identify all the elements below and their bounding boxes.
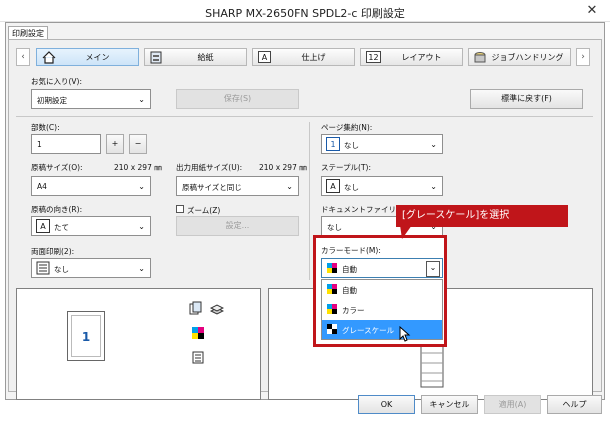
output-size-dropdown[interactable]: 原稿サイズと同じ ⌄ [176, 176, 299, 196]
save-button[interactable]: 保存(S) [176, 89, 299, 109]
orientation-dropdown[interactable]: A たて ⌄ [31, 216, 151, 236]
orientation-label: 原稿の向き(R): [31, 205, 83, 214]
close-icon[interactable]: ✕ [583, 3, 601, 19]
chevron-down-icon: ⌄ [138, 182, 145, 191]
column-divider [309, 122, 310, 280]
nav-tab-label: ジョブハンドリング [491, 53, 564, 62]
help-button[interactable]: ヘルプ [547, 395, 602, 414]
chevron-down-icon: ⌄ [430, 140, 437, 149]
output-size-dims: 210 x 297 ㎜ [259, 163, 307, 172]
nav-tab-job-handling[interactable]: ジョブハンドリング [468, 48, 571, 66]
document-filing-value: なし [327, 223, 342, 232]
duplex-label: 両面印刷(2): [31, 247, 75, 256]
portrait-icon: A [36, 219, 50, 233]
original-size-value: A4 [37, 182, 47, 191]
zoom-label: ズーム(Z) [187, 206, 221, 215]
zoom-settings-button[interactable]: 設定... [176, 216, 299, 236]
copies-label: 部数(C): [31, 123, 60, 132]
copies-value: 1 [37, 140, 42, 149]
zoom-checkbox[interactable] [176, 205, 184, 213]
home-icon [42, 51, 56, 64]
output-size-value: 原稿サイズと同じ [182, 183, 242, 192]
n-up-value: なし [344, 141, 359, 150]
favorites-label: お気に入り(V): [31, 77, 83, 86]
staple-dropdown[interactable]: A なし ⌄ [321, 176, 443, 196]
copies-plus-button[interactable]: + [106, 134, 124, 154]
cancel-button[interactable]: キャンセル [421, 395, 478, 414]
callout-pointer [398, 225, 418, 241]
tab-print-settings[interactable]: 印刷設定 [8, 26, 48, 40]
stack-status-icon [209, 301, 225, 315]
output-size-label: 出力用紙サイズ(U): [176, 163, 243, 172]
nav-tab-layout[interactable]: 12 レイアウト [360, 48, 463, 66]
favorites-dropdown[interactable]: 初期設定 ⌄ [31, 89, 151, 109]
nav-tab-main[interactable]: メイン [36, 48, 139, 66]
chevron-down-icon: ⌄ [430, 182, 437, 191]
ok-button[interactable]: OK [358, 395, 415, 414]
nav-tab-finishing[interactable]: A 仕上げ [252, 48, 355, 66]
restore-defaults-button[interactable]: 標準に戻す(F) [470, 89, 583, 109]
nav-next-button[interactable]: › [576, 48, 590, 66]
layout-icon: 12 [366, 51, 381, 63]
copies-input[interactable]: 1 [31, 134, 101, 154]
copies-minus-button[interactable]: − [129, 134, 147, 154]
finishing-icon: A [258, 51, 271, 63]
chevron-down-icon: ⌄ [286, 182, 293, 191]
callout-label: [グレースケール]を選択 [396, 205, 568, 227]
original-size-dropdown[interactable]: A4 ⌄ [31, 176, 151, 196]
n-up-label: ページ集約(N): [321, 123, 373, 132]
nav-prev-button[interactable]: ‹ [16, 48, 30, 66]
staple-value: なし [344, 183, 359, 192]
paper-tray-icon [150, 51, 162, 64]
page-preview-panel: 1 [16, 288, 261, 400]
duplex-icon [36, 261, 50, 275]
page-preview: 1 [67, 311, 105, 361]
duplex-dropdown[interactable]: なし ⌄ [31, 258, 151, 278]
chevron-down-icon: ⌄ [138, 264, 145, 273]
nav-tab-label: レイアウト [401, 53, 442, 62]
chevron-down-icon: ⌄ [138, 222, 145, 231]
chevron-down-icon: ⌄ [138, 95, 145, 104]
original-size-dims: 210 x 297 ㎜ [114, 163, 162, 172]
color-status-icon [192, 327, 204, 339]
n-up-icon: 1 [326, 137, 340, 151]
divider [16, 116, 593, 117]
duplex-value: なし [54, 265, 69, 274]
copies-status-icon [189, 301, 203, 315]
window-title: SHARP MX-2650FN SPDL2-c 印刷設定 [205, 7, 405, 20]
favorites-value: 初期設定 [37, 96, 67, 105]
n-up-dropdown[interactable]: 1 なし ⌄ [321, 134, 443, 154]
staple-label: ステープル(T): [321, 163, 372, 172]
job-handling-icon [474, 51, 486, 64]
highlight-frame [313, 235, 447, 347]
original-size-label: 原稿サイズ(O): [31, 163, 83, 172]
apply-button[interactable]: 適用(A) [484, 395, 541, 414]
staple-icon: A [326, 179, 340, 193]
nav-tab-label: 仕上げ [301, 53, 326, 62]
page-number: 1 [81, 330, 91, 344]
nav-tab-paper[interactable]: 給紙 [144, 48, 247, 66]
document-status-icon [192, 351, 204, 364]
nav-tab-label: メイン [85, 53, 110, 62]
orientation-value: たて [54, 223, 69, 232]
nav-tab-label: 給紙 [197, 53, 214, 62]
